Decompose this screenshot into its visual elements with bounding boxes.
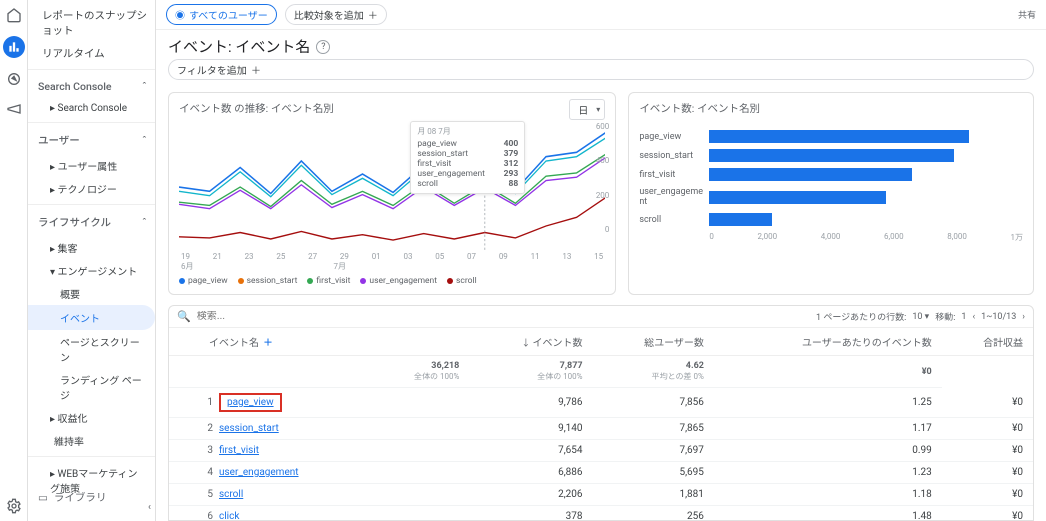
col-event-count[interactable]: イベント数 [469,328,592,356]
bar-row: scroll [639,213,1023,226]
table-row: 4user_engagement6,8865,6951.23¥0 [169,462,1033,484]
help-icon[interactable]: ? [316,40,330,54]
nav-rail [0,0,28,521]
sidebar-item-retention[interactable]: 維持率 [28,429,155,452]
all-users-pill[interactable]: ◉ すべてのユーザー [166,4,277,25]
data-table: 🔍 1 ページあたりの行数: 10 ▾ 移動: 1 ‹ 1~10/13 › イベ… [168,305,1034,521]
ads-icon[interactable] [5,100,23,118]
chevron-up-icon: ˆ [142,216,147,229]
page-prev[interactable]: ‹ [972,312,975,322]
sidebar-item-user-attr[interactable]: ▸ ユーザー属性 [28,154,155,177]
sidebar-collapse-icon[interactable]: ‹ [148,500,151,513]
line-chart-card: イベント数 の推移: イベント名別 日 6004002000 192123252… [168,92,616,295]
table-row: 6click3782561.48¥0 [169,506,1033,521]
col-event-name[interactable]: イベント名＋ [169,328,469,356]
sidebar-item-snapshot[interactable]: レポートのスナップショット [28,4,155,42]
goto-value[interactable]: 1 [961,312,966,322]
col-per-user[interactable]: ユーザーあたりのイベント数 [714,328,942,356]
bar-chart-title: イベント数: イベント名別 [639,101,1023,116]
topbar: ◉ すべてのユーザー 比較対象を追加 ＋ 共有 [156,0,1046,30]
bar-row: page_view [639,130,1023,143]
sidebar-item-overview[interactable]: 概要 [28,282,155,305]
bar-row: session_start [639,149,1023,162]
settings-icon[interactable] [5,497,23,515]
bar-chart-card: イベント数: イベント名別 page_view session_startfirs… [628,92,1034,295]
sidebar: レポートのスナップショット リアルタイム Search Consoleˆ ▸ S… [28,0,156,521]
sidebar-library[interactable]: ▭ ライブラリ [28,484,155,511]
bar-row: user_engageme nt [639,187,1023,207]
sidebar-item-engagement[interactable]: ▾ エンゲージメント [28,259,155,282]
sidebar-sec-lifecycle[interactable]: ライフサイクルˆ [28,209,155,236]
table-row: 3first_visit7,6547,6970.99¥0 [169,440,1033,462]
chart-tooltip: 月 08 7月 page_view400session_start379firs… [410,121,525,194]
chevron-up-icon: ˆ [142,80,147,93]
reports-icon[interactable] [3,36,25,58]
granularity-select[interactable]: 日 [569,99,605,120]
table-row: 5scroll2,2061,8811.18¥0 [169,484,1033,506]
main: ◉ すべてのユーザー 比較対象を追加 ＋ 共有 イベント: イベント名 ? フィ… [156,0,1046,521]
table-row: 2session_start9,1407,8651.17¥0 [169,418,1033,440]
goto-label: 移動: [935,310,955,323]
totals-row: 36,218全体の 100% 7,877全体の 100% 4.62平均との差 0… [169,356,1033,388]
bar-row: first_visit [639,168,1023,181]
line-chart[interactable]: 6004002000 [179,122,605,252]
rows-per-page-label: 1 ページあたりの行数: [816,310,906,323]
line-chart-xaxis: 1921232527290103050709111315 [179,252,605,261]
sidebar-item-monetize[interactable]: ▸ 収益化 [28,406,155,429]
col-revenue[interactable]: 合計収益 [942,328,1033,356]
home-icon[interactable] [5,6,23,24]
sidebar-sec-search[interactable]: Search Consoleˆ [28,74,155,99]
sidebar-item-realtime[interactable]: リアルタイム [28,42,155,65]
add-dimension-icon[interactable]: ＋ [259,338,273,349]
page-title: イベント: イベント名 [168,36,310,57]
sidebar-item-search-console[interactable]: ▸ Search Console [28,99,155,118]
share-link[interactable]: 共有 [1018,8,1036,21]
bar-chart-xaxis: 02,0004,0006,0008,0001万 [639,232,1023,243]
sidebar-item-events[interactable]: イベント [28,305,155,330]
sidebar-item-tech[interactable]: ▸ テクノロジー [28,177,155,200]
sidebar-sec-user[interactable]: ユーザーˆ [28,127,155,154]
search-icon: 🔍 [177,310,191,323]
explore-icon[interactable] [5,70,23,88]
line-chart-legend: page_viewsession_startfirst_visituser_en… [179,276,605,286]
add-compare-pill[interactable]: 比較対象を追加 ＋ [285,4,387,25]
chevron-up-icon: ˆ [142,134,147,147]
table-row: 1page_view9,7867,8561.25¥0 [169,388,1033,418]
bar-chart[interactable]: page_view session_start first_visit user_en… [639,120,1023,226]
rows-per-page-select[interactable]: 10 ▾ [912,312,929,322]
line-chart-title: イベント数 の推移: イベント名別 [179,101,605,116]
sidebar-item-pages[interactable]: ページとスクリーン [28,330,155,368]
sidebar-item-landing[interactable]: ランディング ページ [28,368,155,406]
page-next[interactable]: › [1022,312,1025,322]
add-filter-pill[interactable]: フィルタを追加 ＋ [168,59,1034,80]
sidebar-item-acq[interactable]: ▸ 集客 [28,236,155,259]
col-users[interactable]: 総ユーザー数 [593,328,714,356]
page-range: 1~10/13 [981,312,1016,322]
search-input[interactable] [197,311,329,322]
